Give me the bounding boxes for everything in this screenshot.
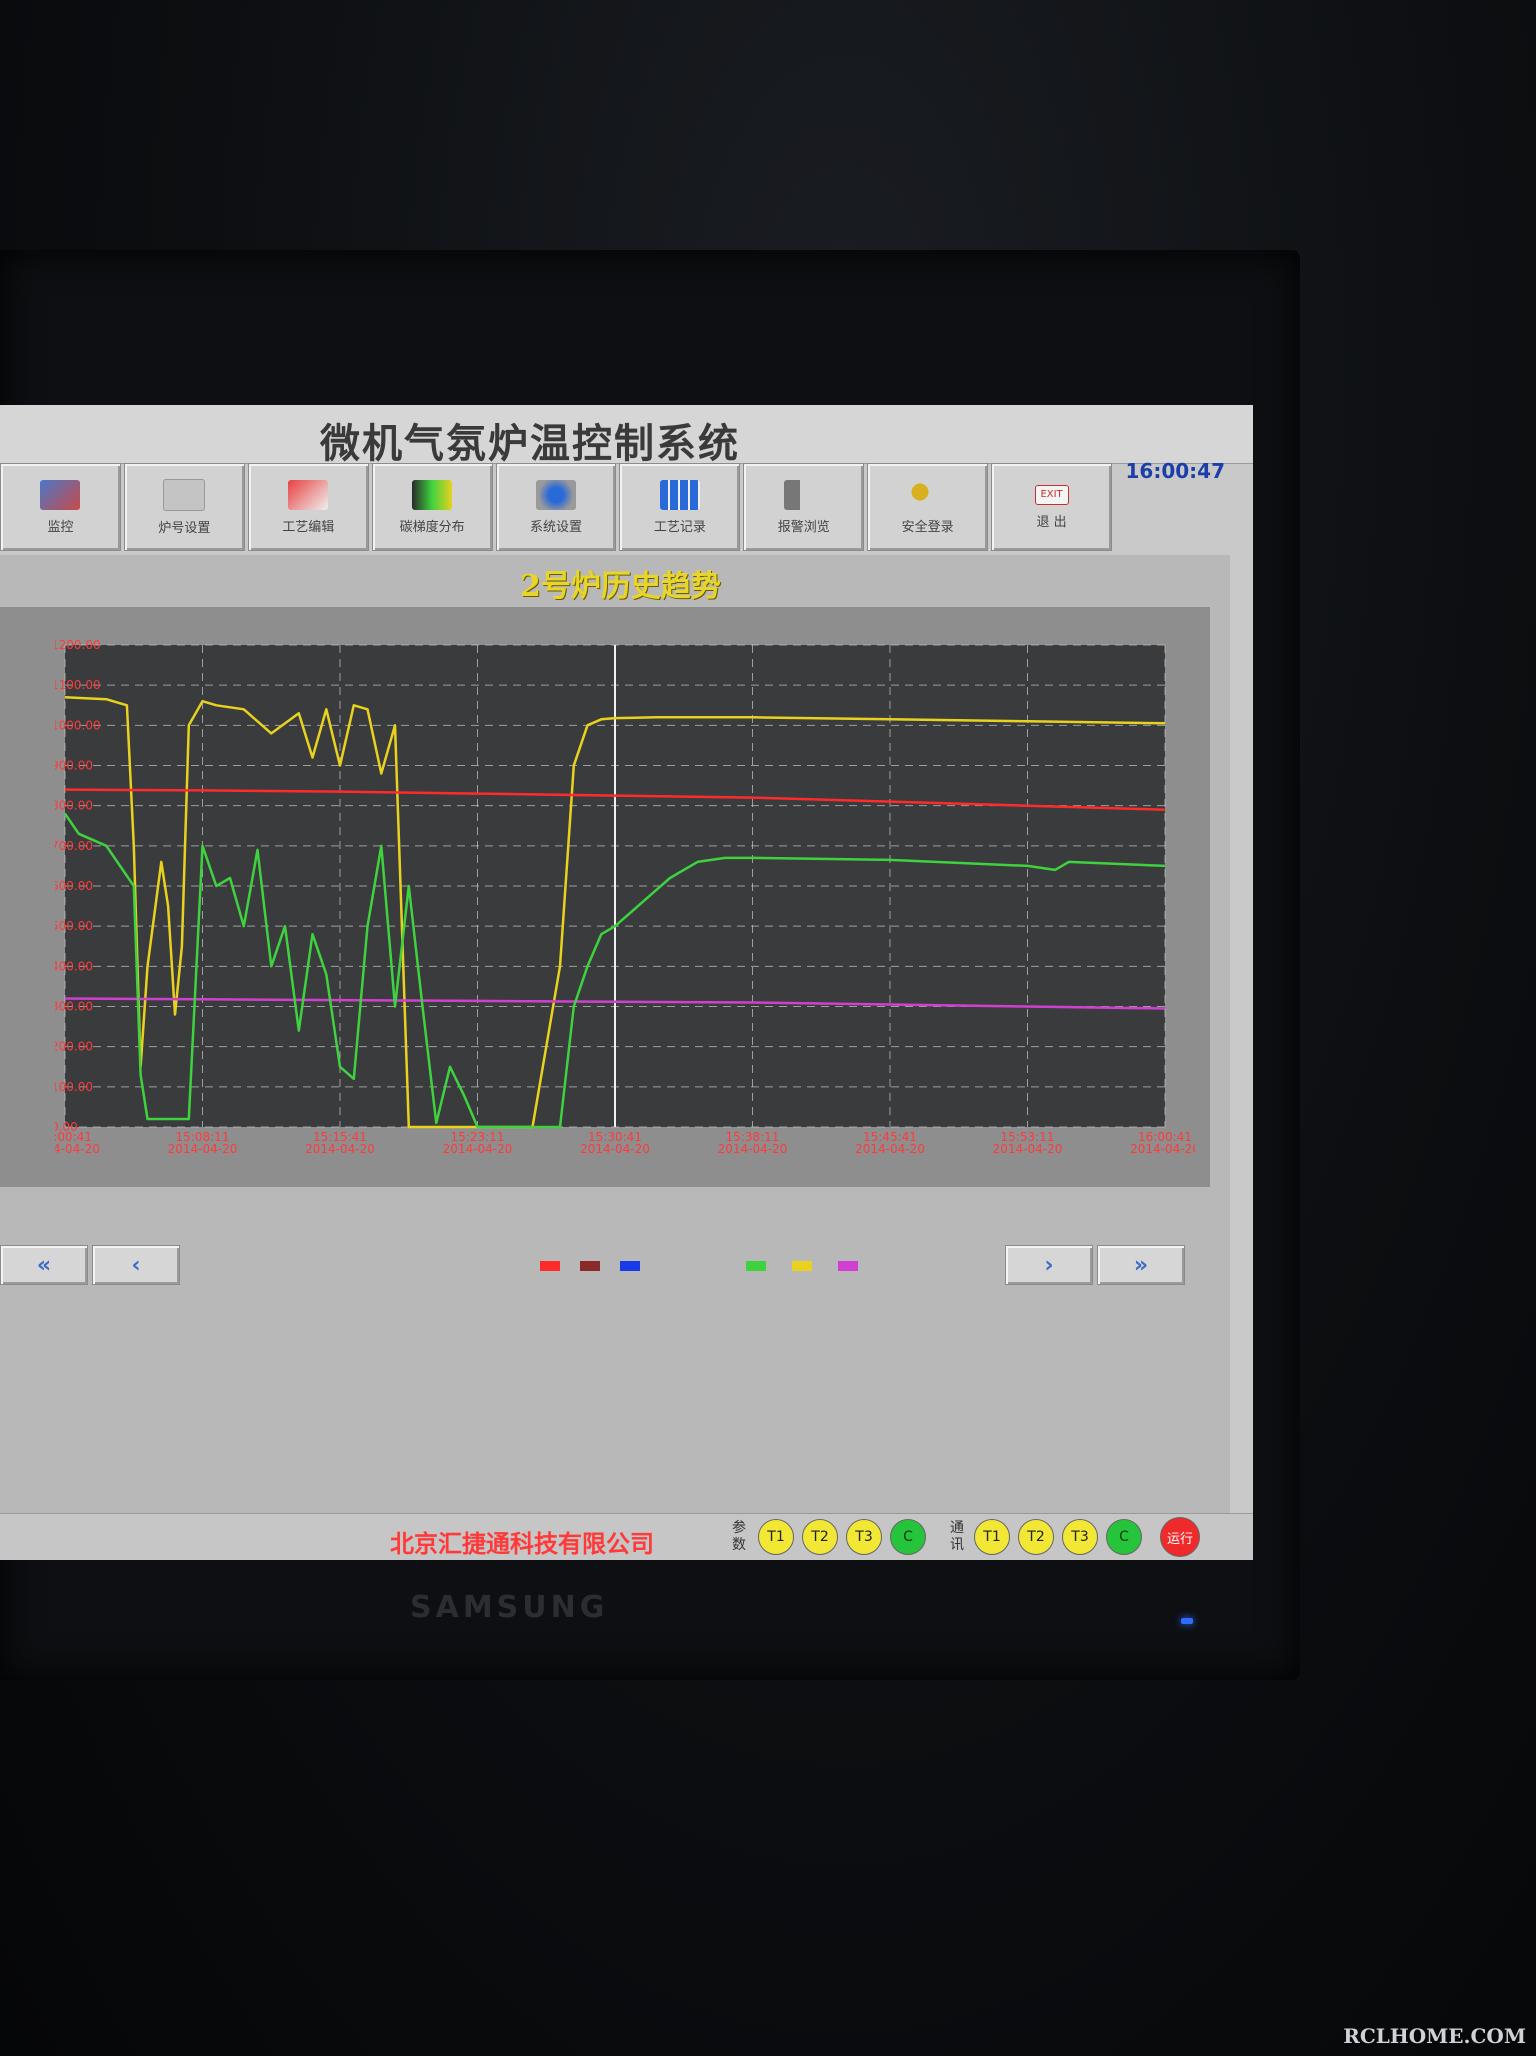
legend-swatch-red[interactable] bbox=[540, 1261, 560, 1271]
x-tick-date: 2014-04-20 bbox=[855, 1142, 925, 1156]
y-tick-label: 300.00 bbox=[55, 1000, 93, 1014]
key-login-icon bbox=[907, 479, 948, 510]
param-t2-indicator: T2 bbox=[802, 1519, 838, 1555]
comm-group-label: 通讯 bbox=[950, 1520, 964, 1553]
tool-furnace-set-button[interactable]: 炉号设置 bbox=[123, 463, 245, 551]
chart-frame: 0.00100.00200.00300.00400.00500.00600.00… bbox=[0, 607, 1210, 1187]
x-axis-unit: MIN bbox=[604, 1156, 627, 1157]
y-tick-label: 1000.00 bbox=[55, 718, 101, 732]
y-tick-label: 100.00 bbox=[55, 1080, 93, 1094]
furnace-monitor-icon bbox=[40, 479, 81, 510]
tool-carbon-gradient-button[interactable]: 碳梯度分布 bbox=[371, 463, 493, 551]
trend-panel: 2号炉历史趋势 0.00100.00200.00300.00400.00500.… bbox=[0, 555, 1230, 1555]
y-tick-label: 900.00 bbox=[55, 759, 93, 773]
legend-swatch-blue[interactable] bbox=[620, 1261, 640, 1271]
tool-exit-button[interactable]: EXIT 退 出 bbox=[991, 463, 1113, 551]
tool-label: 安全登录 bbox=[901, 519, 954, 535]
comm-t3-indicator: T3 bbox=[1062, 1519, 1098, 1555]
alarm-speaker-icon bbox=[783, 479, 824, 510]
legend-swatch-darkred[interactable] bbox=[580, 1261, 600, 1271]
exit-badge: EXIT bbox=[1040, 489, 1063, 500]
tool-label: 退 出 bbox=[1036, 514, 1067, 530]
legend-swatch-magenta[interactable] bbox=[838, 1261, 858, 1271]
trend-title: 2号炉历史趋势 bbox=[520, 569, 721, 604]
tool-process-record-button[interactable]: 工艺记录 bbox=[619, 463, 741, 551]
app-title: 微机气氛炉温控制系统 bbox=[320, 420, 740, 467]
tool-label: 报警浏览 bbox=[777, 519, 830, 535]
tool-label: 系统设置 bbox=[530, 519, 583, 535]
last-page-button[interactable]: » bbox=[1097, 1245, 1185, 1285]
company-name: 北京汇捷通科技有限公司 bbox=[390, 1529, 654, 1558]
comm-t1-indicator: T1 bbox=[974, 1519, 1010, 1555]
watermark: RCLHOME.COM bbox=[1343, 2024, 1526, 2048]
status-bar: 北京汇捷通科技有限公司 参数 T1 T2 T3 C 通讯 T1 T2 T3 C … bbox=[0, 1513, 1253, 1560]
blank-panel-icon bbox=[163, 478, 206, 511]
tool-label: 工艺编辑 bbox=[282, 519, 335, 535]
legend-swatch-green[interactable] bbox=[746, 1261, 766, 1271]
y-tick-label: 200.00 bbox=[55, 1040, 93, 1054]
tool-alarm-browse-button[interactable]: 报警浏览 bbox=[743, 463, 865, 551]
run-indicator[interactable]: 运行 bbox=[1160, 1517, 1200, 1557]
exit-sign-icon: EXIT bbox=[1034, 484, 1069, 505]
comm-c-indicator: C bbox=[1106, 1519, 1142, 1555]
system-settings-icon bbox=[536, 479, 576, 510]
y-tick-label: 400.00 bbox=[55, 959, 93, 973]
param-t3-indicator: T3 bbox=[846, 1519, 882, 1555]
x-tick-date: 2014-04-20 bbox=[580, 1142, 650, 1156]
y-tick-label: 500.00 bbox=[55, 919, 93, 933]
y-tick-label: 700.00 bbox=[55, 839, 93, 853]
param-group-label: 参数 bbox=[732, 1520, 746, 1553]
hmi-screen: 微机气氛炉温控制系统 16:00:47 监控 炉号设置 工艺编辑 碳梯度分布 系… bbox=[0, 405, 1253, 1560]
x-tick-date: 2014-04-20 bbox=[305, 1142, 375, 1156]
tool-label: 工艺记录 bbox=[653, 519, 706, 535]
legend-swatch-yellow[interactable] bbox=[792, 1261, 812, 1271]
tool-process-edit-button[interactable]: 工艺编辑 bbox=[247, 463, 369, 551]
y-tick-label: 600.00 bbox=[55, 879, 93, 893]
x-tick-date: 2014-04-20 bbox=[443, 1142, 513, 1156]
tool-label: 碳梯度分布 bbox=[399, 519, 465, 535]
clock: 16:00:47 bbox=[1125, 459, 1226, 483]
tool-label: 炉号设置 bbox=[158, 520, 211, 536]
title-bar: 微机气氛炉温控制系统 bbox=[0, 405, 1253, 467]
monitor-brand: SAMSUNG bbox=[410, 1590, 609, 1625]
power-led bbox=[1181, 1618, 1193, 1624]
x-tick-date: 2014-04-20 bbox=[718, 1142, 788, 1156]
process-record-icon bbox=[659, 479, 700, 510]
toolbar: 监控 炉号设置 工艺编辑 碳梯度分布 系统设置 工艺记录 报警浏览 安全登录 E… bbox=[0, 463, 1115, 555]
carbon-gradient-icon bbox=[412, 479, 453, 510]
x-tick-date: 2014-04-20 bbox=[993, 1142, 1063, 1156]
tool-secure-login-button[interactable]: 安全登录 bbox=[867, 463, 989, 551]
tool-label: 监控 bbox=[47, 519, 74, 535]
tool-system-settings-button[interactable]: 系统设置 bbox=[495, 463, 617, 551]
y-tick-label: 1100.00 bbox=[55, 678, 101, 692]
comm-t2-indicator: T2 bbox=[1018, 1519, 1054, 1555]
x-tick-date: 2014-04-20 bbox=[1130, 1142, 1195, 1156]
y-tick-label: 1200.00 bbox=[55, 638, 101, 652]
tool-monitor-button[interactable]: 监控 bbox=[0, 463, 121, 551]
x-tick-date: 2014-04-20 bbox=[55, 1142, 100, 1156]
y-tick-label: 800.00 bbox=[55, 799, 93, 813]
first-page-button[interactable]: « bbox=[0, 1245, 88, 1285]
param-c-indicator: C bbox=[890, 1519, 926, 1555]
prev-page-button[interactable]: ‹ bbox=[92, 1245, 180, 1285]
trend-chart[interactable]: 0.00100.00200.00300.00400.00500.00600.00… bbox=[55, 617, 1195, 1157]
next-page-button[interactable]: › bbox=[1005, 1245, 1093, 1285]
param-t1-indicator: T1 bbox=[758, 1519, 794, 1555]
process-edit-icon bbox=[288, 479, 329, 510]
x-tick-date: 2014-04-20 bbox=[168, 1142, 238, 1156]
navigation-bar: « ‹ › » bbox=[0, 1245, 1210, 1293]
